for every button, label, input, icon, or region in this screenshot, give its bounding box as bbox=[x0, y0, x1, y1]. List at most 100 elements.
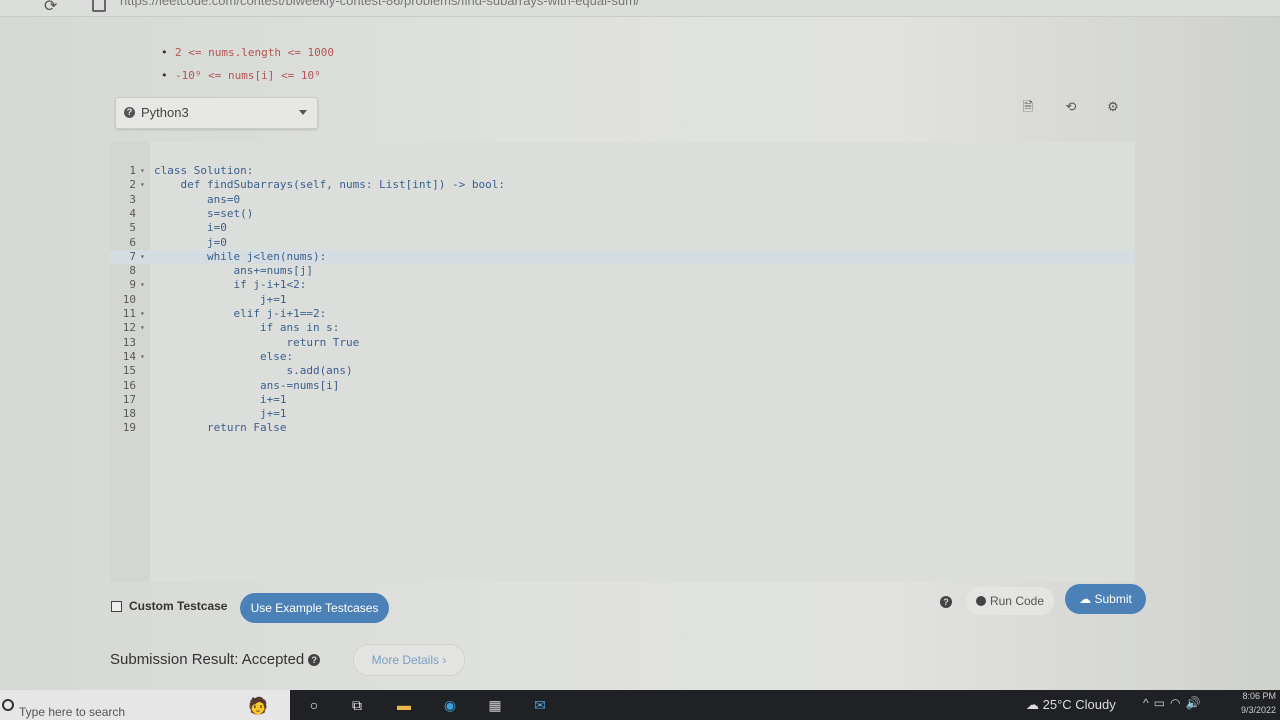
code-line[interactable]: 6 j=0 bbox=[110, 236, 1135, 250]
code-line[interactable]: 7 ▾ while j<len(nums): bbox=[110, 249, 1135, 264]
lock-icon[interactable] bbox=[92, 0, 106, 12]
document-icon[interactable]: 🗎 bbox=[1015, 96, 1041, 118]
weather-widget[interactable]: ☁ 25°C Cloudy bbox=[1026, 697, 1116, 713]
volume-icon: 🔊 bbox=[1185, 696, 1206, 710]
more-details-button[interactable]: More Details › bbox=[353, 644, 465, 676]
use-example-testcases-button[interactable]: Use Example Testcases bbox=[240, 593, 389, 623]
code-text: elif j-i+1==2: bbox=[154, 307, 327, 320]
task-view-icon[interactable]: ⧉ bbox=[347, 695, 367, 715]
code-line[interactable]: 16 ans-=nums[i] bbox=[110, 379, 1135, 393]
chevron-down-icon bbox=[299, 110, 307, 115]
cortana-icon[interactable]: ○ bbox=[304, 695, 324, 715]
line-number: 15 bbox=[122, 364, 136, 378]
refresh-icon[interactable]: ⟲ bbox=[1058, 96, 1084, 118]
search-highlight-icon: 🧑 bbox=[248, 698, 268, 715]
code-line[interactable]: 1 ▾ class Solution: bbox=[110, 164, 1135, 178]
windows-taskbar: Type here to search 🧑 ○ ⧉ ▬ ◉ ▦ ✉ ☁ 25°C… bbox=[0, 690, 1280, 720]
settings-icon[interactable]: ⚙ bbox=[1100, 96, 1126, 118]
system-tray[interactable]: ^▭◠🔊 bbox=[1143, 696, 1205, 710]
fold-toggle-icon[interactable]: ▾ bbox=[140, 321, 145, 335]
clock-time: 8:06 PM bbox=[1242, 691, 1276, 701]
help-icon[interactable]: ? bbox=[940, 596, 952, 608]
line-number: 3 bbox=[129, 192, 136, 206]
weather-text: 25°C Cloudy bbox=[1042, 697, 1116, 712]
fold-toggle-icon[interactable]: ▾ bbox=[140, 250, 145, 264]
code-line[interactable]: 10 j+=1 bbox=[110, 293, 1135, 307]
play-icon bbox=[975, 596, 986, 606]
reload-icon[interactable]: ⟳ bbox=[44, 0, 57, 16]
store-icon[interactable]: ▦ bbox=[485, 695, 505, 715]
address-bar[interactable]: https://leetcode.com/contest/biweekly-co… bbox=[120, 0, 640, 8]
edge-icon[interactable]: ◉ bbox=[440, 695, 460, 715]
code-line[interactable]: 4 s=set() bbox=[110, 207, 1135, 221]
taskbar-search-placeholder: Type here to search bbox=[19, 705, 126, 719]
line-number: 19 bbox=[122, 421, 136, 435]
code-text: ans-=nums[i] bbox=[154, 378, 340, 392]
code-editor[interactable]: 1 ▾ class Solution: 2 ▾ def findSubarrays(se… bbox=[110, 142, 1135, 582]
code-line[interactable]: 2 ▾ def findSubarrays(self, nums: List[in… bbox=[110, 178, 1135, 192]
fold-toggle-icon[interactable]: ▾ bbox=[140, 278, 145, 292]
code-text: return True bbox=[154, 335, 360, 349]
code-line[interactable]: 12 ▾ if ans in s: bbox=[110, 321, 1135, 335]
code-text: i=0 bbox=[154, 221, 227, 235]
constraints-list: 2 <= nums.length <= 1000 -10⁹ <= nums[i]… bbox=[135, 46, 334, 92]
fold-toggle-icon[interactable]: ▾ bbox=[140, 164, 145, 178]
language-select-value: Python3 bbox=[141, 105, 189, 120]
code-line[interactable]: 3 ans=0 bbox=[110, 193, 1135, 207]
code-line[interactable]: 8 ans+=nums[j] bbox=[110, 264, 1135, 278]
code-text: if j-i+1<2: bbox=[154, 278, 307, 292]
code-line[interactable]: 13 return True bbox=[110, 336, 1135, 350]
cloud-upload-icon: ☁ bbox=[1079, 592, 1092, 606]
code-line[interactable]: 19 return False bbox=[110, 421, 1135, 435]
code-line[interactable]: 15 s.add(ans) bbox=[110, 364, 1135, 378]
code-line[interactable]: 5 i=0 bbox=[110, 221, 1135, 235]
code-text: j+=1 bbox=[154, 292, 287, 306]
code-line[interactable]: 11 ▾ elif j-i+1==2: bbox=[110, 307, 1135, 321]
code-text: if ans in s: bbox=[154, 321, 340, 335]
info-icon: ? bbox=[124, 107, 135, 118]
clock-date: 9/3/2022 bbox=[1240, 705, 1276, 715]
line-number: 6 bbox=[129, 235, 136, 249]
fold-toggle-icon[interactable]: ▾ bbox=[140, 350, 145, 364]
submission-result: Submission Result: Accepted? bbox=[110, 651, 321, 668]
line-number: 14 bbox=[122, 349, 136, 363]
info-icon[interactable]: ? bbox=[308, 654, 321, 666]
custom-testcase-checkbox[interactable] bbox=[111, 601, 122, 612]
action-bar: Custom Testcase Use Example Testcases ? … bbox=[0, 577, 1280, 627]
code-line[interactable]: 9 ▾ if j-i+1<2: bbox=[110, 278, 1135, 292]
code-line[interactable]: 18 j+=1 bbox=[110, 407, 1135, 421]
cloud-icon: ☁ bbox=[1026, 697, 1039, 712]
constraint-item: 2 <= nums.length <= 1000 bbox=[161, 46, 334, 59]
custom-testcase-label: Custom Testcase bbox=[129, 599, 228, 613]
problem-page: 2 <= nums.length <= 1000 -10⁹ <= nums[i]… bbox=[0, 17, 1280, 690]
code-line[interactable]: 17 i+=1 bbox=[110, 393, 1135, 407]
run-code-button[interactable]: Run Code bbox=[966, 587, 1054, 615]
language-select[interactable]: ? Python3 bbox=[115, 97, 318, 129]
file-explorer-icon[interactable]: ▬ bbox=[394, 695, 414, 715]
line-number: 8 bbox=[129, 264, 136, 278]
code-text: def findSubarrays(self, nums: List[int])… bbox=[154, 178, 505, 192]
code-text: j=0 bbox=[154, 235, 227, 249]
mail-icon[interactable]: ✉ bbox=[530, 695, 550, 715]
code-text: class Solution: bbox=[154, 164, 254, 177]
clock[interactable]: 8:06 PM 9/3/2022 bbox=[1230, 689, 1276, 717]
submission-result-label: Submission Result: bbox=[110, 651, 239, 668]
code-text: s=set() bbox=[154, 206, 254, 220]
taskbar-search[interactable]: Type here to search 🧑 bbox=[0, 690, 290, 720]
line-number: 18 bbox=[122, 407, 136, 421]
code-line[interactable]: 14 ▾ else: bbox=[110, 350, 1135, 364]
code-text: ans=0 bbox=[154, 192, 241, 206]
submit-button[interactable]: ☁ Submit bbox=[1065, 584, 1146, 614]
line-number: 2 bbox=[129, 178, 136, 192]
run-code-label: Run Code bbox=[989, 594, 1045, 608]
fold-toggle-icon[interactable]: ▾ bbox=[140, 307, 145, 321]
code-text: s.add(ans) bbox=[154, 364, 353, 378]
submit-label: Submit bbox=[1094, 592, 1132, 606]
line-number: 10 bbox=[122, 292, 136, 306]
line-number: 16 bbox=[122, 378, 136, 392]
fold-toggle-icon[interactable]: ▾ bbox=[140, 178, 145, 192]
code-text: i+=1 bbox=[154, 392, 287, 406]
line-number: 17 bbox=[122, 392, 136, 406]
line-number: 1 bbox=[129, 164, 136, 177]
line-number: 7 bbox=[129, 249, 136, 263]
